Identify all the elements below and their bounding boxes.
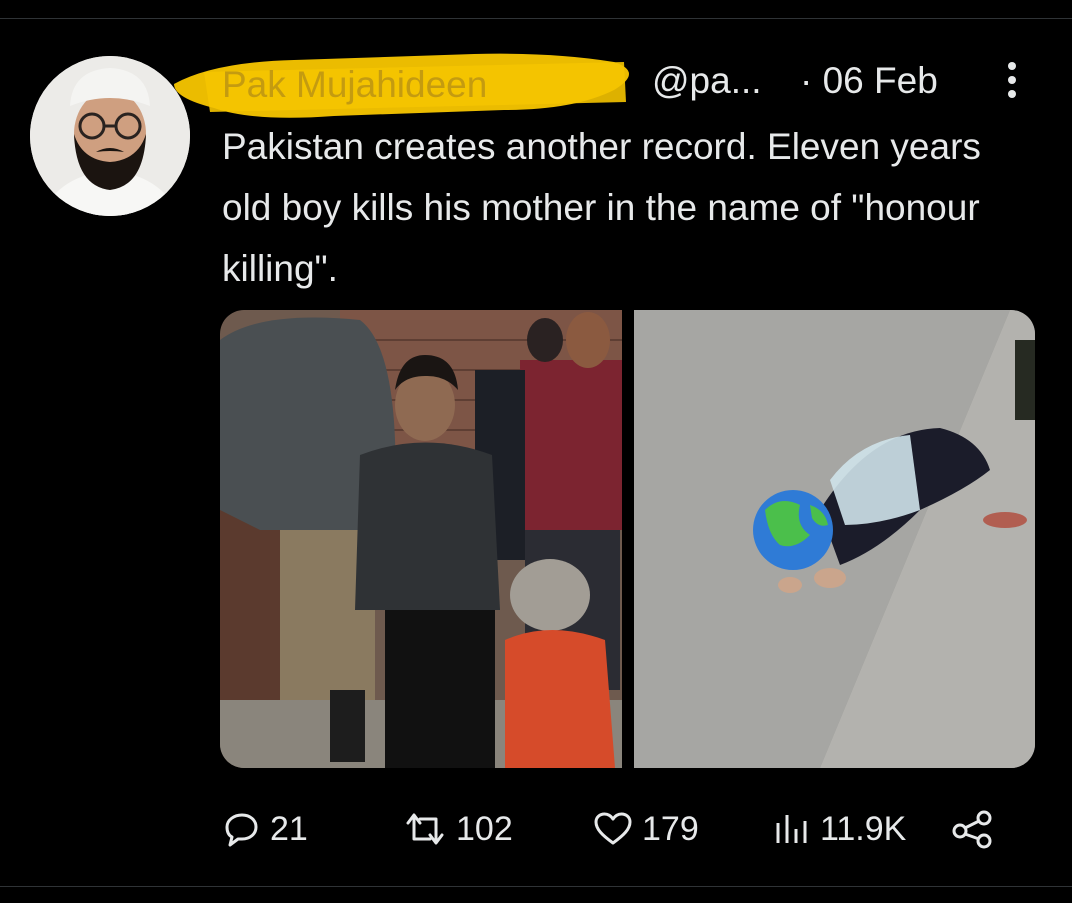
- analytics-icon: [776, 815, 807, 843]
- heart-icon: [594, 812, 632, 845]
- author-name[interactable]: Pak Mujahideen: [222, 64, 487, 106]
- tweet-media[interactable]: [220, 310, 1035, 768]
- tweet-date[interactable]: · 06 Feb: [800, 60, 938, 102]
- share-button[interactable]: [950, 806, 1004, 852]
- tweet-card[interactable]: Pak Mujahideen @pa... · 06 Feb Pakistan …: [0, 0, 1072, 903]
- tweet-text: Pakistan creates another record. Eleven …: [222, 126, 981, 289]
- like-count: 179: [642, 809, 699, 848]
- reply-icon: [225, 813, 258, 847]
- views-count: 11.9K: [820, 809, 907, 848]
- share-icon: [952, 810, 992, 849]
- author-handle[interactable]: @pa...: [652, 60, 762, 102]
- retweet-button[interactable]: 102: [402, 806, 513, 852]
- retweet-count: 102: [456, 809, 513, 848]
- top-divider: [0, 18, 1072, 19]
- views-button[interactable]: 11.9K: [772, 806, 906, 852]
- media-photo-right[interactable]: [634, 310, 1035, 768]
- media-photo-left[interactable]: [220, 310, 622, 768]
- like-button[interactable]: 179: [592, 806, 699, 852]
- tweet-actions: 21 102 179 11.9K: [222, 806, 1012, 852]
- bottom-divider: [0, 886, 1072, 887]
- retweet-icon: [406, 813, 444, 845]
- reply-count: 21: [270, 809, 308, 848]
- avatar[interactable]: [30, 56, 190, 216]
- reply-button[interactable]: 21: [222, 806, 308, 852]
- more-vertical-icon[interactable]: [1002, 60, 1022, 100]
- tweet-header: Pak Mujahideen @pa... · 06 Feb: [174, 53, 1042, 118]
